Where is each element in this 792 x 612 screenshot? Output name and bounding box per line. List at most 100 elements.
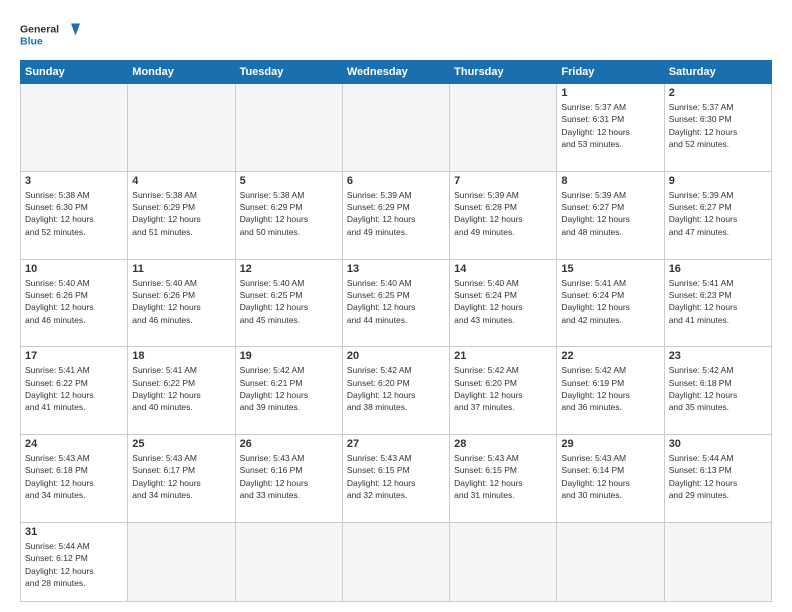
day-number: 27 [347, 438, 445, 450]
table-row [557, 522, 664, 601]
day-number: 18 [132, 350, 230, 362]
table-row: 3 Sunrise: 5:38 AM Sunset: 6:30 PM Daylig… [21, 171, 128, 259]
day-number: 20 [347, 350, 445, 362]
day-info: Sunrise: 5:41 AM Sunset: 6:22 PM Dayligh… [25, 364, 123, 413]
day-info: Sunrise: 5:43 AM Sunset: 6:17 PM Dayligh… [132, 452, 230, 501]
table-row [342, 84, 449, 172]
day-info: Sunrise: 5:42 AM Sunset: 6:20 PM Dayligh… [347, 364, 445, 413]
day-info: Sunrise: 5:42 AM Sunset: 6:18 PM Dayligh… [669, 364, 767, 413]
day-info: Sunrise: 5:43 AM Sunset: 6:15 PM Dayligh… [454, 452, 552, 501]
table-row [235, 522, 342, 601]
table-row: 2 Sunrise: 5:37 AM Sunset: 6:30 PM Daylig… [664, 84, 771, 172]
table-row [450, 522, 557, 601]
day-number: 2 [669, 87, 767, 99]
day-number: 25 [132, 438, 230, 450]
table-row: 10 Sunrise: 5:40 AM Sunset: 6:26 PM Dayli… [21, 259, 128, 347]
day-number: 21 [454, 350, 552, 362]
table-row: 20 Sunrise: 5:42 AM Sunset: 6:20 PM Dayli… [342, 347, 449, 435]
table-row: 19 Sunrise: 5:42 AM Sunset: 6:21 PM Dayli… [235, 347, 342, 435]
header: General Blue [20, 16, 772, 52]
col-thursday: Thursday [450, 61, 557, 84]
header-row: Sunday Monday Tuesday Wednesday Thursday… [21, 61, 772, 84]
day-number: 24 [25, 438, 123, 450]
day-info: Sunrise: 5:39 AM Sunset: 6:28 PM Dayligh… [454, 189, 552, 238]
table-row [342, 522, 449, 601]
table-row [450, 84, 557, 172]
day-info: Sunrise: 5:38 AM Sunset: 6:29 PM Dayligh… [132, 189, 230, 238]
logo: General Blue [20, 16, 80, 52]
table-row: 29Sunrise: 5:43 AM Sunset: 6:14 PM Dayli… [557, 435, 664, 523]
day-info: Sunrise: 5:39 AM Sunset: 6:29 PM Dayligh… [347, 189, 445, 238]
table-row: 31 Sunrise: 5:44 AM Sunset: 6:12 PM Dayli… [21, 522, 128, 601]
day-number: 7 [454, 175, 552, 187]
day-number: 5 [240, 175, 338, 187]
day-info: Sunrise: 5:38 AM Sunset: 6:29 PM Dayligh… [240, 189, 338, 238]
table-row: 25 Sunrise: 5:43 AM Sunset: 6:17 PM Dayli… [128, 435, 235, 523]
day-number: 13 [347, 263, 445, 275]
day-info: Sunrise: 5:44 AM Sunset: 6:13 PM Dayligh… [669, 452, 767, 501]
day-info: Sunrise: 5:38 AM Sunset: 6:30 PM Dayligh… [25, 189, 123, 238]
col-saturday: Saturday [664, 61, 771, 84]
day-info: Sunrise: 5:42 AM Sunset: 6:21 PM Dayligh… [240, 364, 338, 413]
day-number: 22 [561, 350, 659, 362]
table-row [21, 84, 128, 172]
table-row: 27 Sunrise: 5:43 AM Sunset: 6:15 PM Dayli… [342, 435, 449, 523]
page: General Blue Sunday Monday Tuesday Wedne… [0, 0, 792, 612]
table-row [235, 84, 342, 172]
table-row: 7 Sunrise: 5:39 AM Sunset: 6:28 PM Daylig… [450, 171, 557, 259]
calendar-table: Sunday Monday Tuesday Wednesday Thursday… [20, 60, 772, 602]
day-number: 8 [561, 175, 659, 187]
day-number: 9 [669, 175, 767, 187]
day-number: 28 [454, 438, 552, 450]
day-number: 1 [561, 87, 659, 99]
day-info: Sunrise: 5:40 AM Sunset: 6:24 PM Dayligh… [454, 277, 552, 326]
day-number: 29 [561, 438, 659, 450]
day-info: Sunrise: 5:44 AM Sunset: 6:12 PM Dayligh… [25, 540, 123, 589]
table-row [128, 522, 235, 601]
day-number: 26 [240, 438, 338, 450]
table-row: 5 Sunrise: 5:38 AM Sunset: 6:29 PM Daylig… [235, 171, 342, 259]
day-info: Sunrise: 5:40 AM Sunset: 6:26 PM Dayligh… [25, 277, 123, 326]
table-row [664, 522, 771, 601]
day-info: Sunrise: 5:42 AM Sunset: 6:19 PM Dayligh… [561, 364, 659, 413]
day-number: 12 [240, 263, 338, 275]
table-row: 6Sunrise: 5:39 AM Sunset: 6:29 PM Daylig… [342, 171, 449, 259]
day-number: 16 [669, 263, 767, 275]
day-info: Sunrise: 5:42 AM Sunset: 6:20 PM Dayligh… [454, 364, 552, 413]
table-row: 1 Sunrise: 5:37 AM Sunset: 6:31 PM Daylig… [557, 84, 664, 172]
day-number: 17 [25, 350, 123, 362]
table-row: 4 Sunrise: 5:38 AM Sunset: 6:29 PM Daylig… [128, 171, 235, 259]
day-number: 31 [25, 526, 123, 538]
table-row: 9 Sunrise: 5:39 AM Sunset: 6:27 PM Daylig… [664, 171, 771, 259]
day-info: Sunrise: 5:43 AM Sunset: 6:15 PM Dayligh… [347, 452, 445, 501]
table-row: 12 Sunrise: 5:40 AM Sunset: 6:25 PM Dayli… [235, 259, 342, 347]
day-info: Sunrise: 5:40 AM Sunset: 6:26 PM Dayligh… [132, 277, 230, 326]
table-row: 23 Sunrise: 5:42 AM Sunset: 6:18 PM Dayli… [664, 347, 771, 435]
day-info: Sunrise: 5:39 AM Sunset: 6:27 PM Dayligh… [669, 189, 767, 238]
table-row: 28 Sunrise: 5:43 AM Sunset: 6:15 PM Dayli… [450, 435, 557, 523]
day-info: Sunrise: 5:37 AM Sunset: 6:30 PM Dayligh… [669, 101, 767, 150]
day-info: Sunrise: 5:41 AM Sunset: 6:22 PM Dayligh… [132, 364, 230, 413]
day-number: 14 [454, 263, 552, 275]
day-info: Sunrise: 5:41 AM Sunset: 6:24 PM Dayligh… [561, 277, 659, 326]
table-row: 8 Sunrise: 5:39 AM Sunset: 6:27 PM Daylig… [557, 171, 664, 259]
col-sunday: Sunday [21, 61, 128, 84]
day-number: 3 [25, 175, 123, 187]
day-number: 23 [669, 350, 767, 362]
day-info: Sunrise: 5:40 AM Sunset: 6:25 PM Dayligh… [347, 277, 445, 326]
table-row: 13 Sunrise: 5:40 AM Sunset: 6:25 PM Dayli… [342, 259, 449, 347]
table-row: 21 Sunrise: 5:42 AM Sunset: 6:20 PM Dayli… [450, 347, 557, 435]
day-number: 19 [240, 350, 338, 362]
day-info: Sunrise: 5:40 AM Sunset: 6:25 PM Dayligh… [240, 277, 338, 326]
day-info: Sunrise: 5:41 AM Sunset: 6:23 PM Dayligh… [669, 277, 767, 326]
day-number: 4 [132, 175, 230, 187]
table-row: 26Sunrise: 5:43 AM Sunset: 6:16 PM Dayli… [235, 435, 342, 523]
col-wednesday: Wednesday [342, 61, 449, 84]
table-row: 15Sunrise: 5:41 AM Sunset: 6:24 PM Dayli… [557, 259, 664, 347]
generalblue-logo-icon: General Blue [20, 16, 80, 52]
day-info: Sunrise: 5:37 AM Sunset: 6:31 PM Dayligh… [561, 101, 659, 150]
table-row [128, 84, 235, 172]
day-info: Sunrise: 5:39 AM Sunset: 6:27 PM Dayligh… [561, 189, 659, 238]
col-friday: Friday [557, 61, 664, 84]
day-number: 10 [25, 263, 123, 275]
